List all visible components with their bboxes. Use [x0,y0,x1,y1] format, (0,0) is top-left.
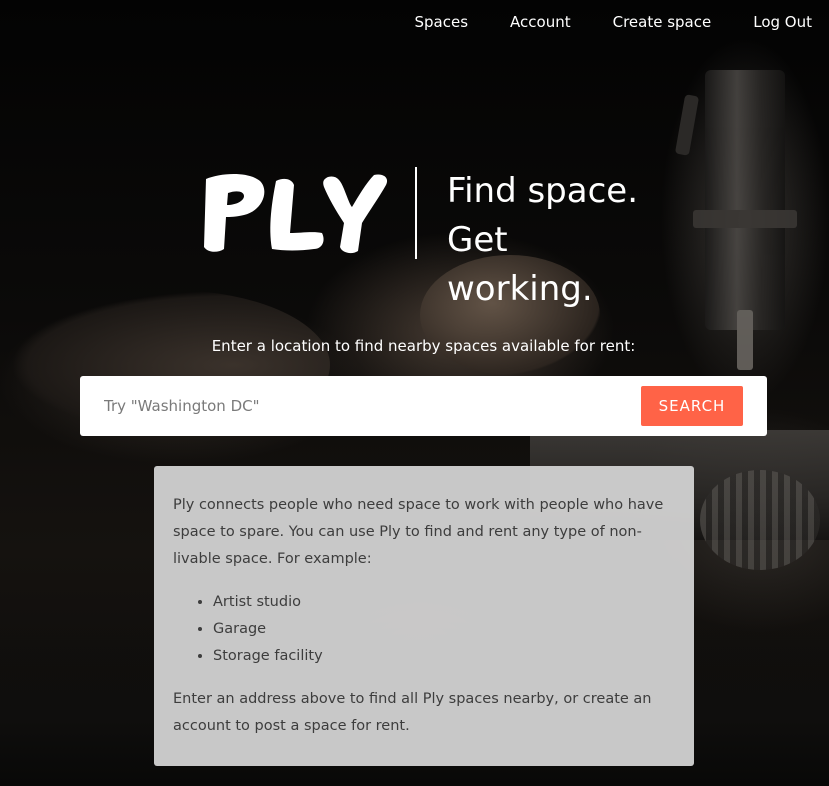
list-item: Garage [213,616,675,643]
nav-link-create-space[interactable]: Create space [613,12,712,32]
brand-header: Find space. Get working. [200,167,660,309]
search-prompt: Enter a location to find nearby spaces a… [211,337,636,355]
ply-logo [200,167,390,259]
top-navigation: Spaces Account Create space Log Out [415,12,813,32]
examples-list: Artist studio Garage Storage facility [173,589,675,670]
tagline-line-1: Find space. [447,171,639,211]
tagline: Find space. Get working. [447,167,660,314]
brand-divider [415,167,417,259]
list-item: Storage facility [213,643,675,670]
info-card: Ply connects people who need space to wo… [154,466,694,766]
info-intro: Ply connects people who need space to wo… [173,497,664,567]
list-item: Artist studio [213,589,675,616]
background-drill-press [693,70,797,370]
location-search-input[interactable] [104,391,624,421]
search-button[interactable]: SEARCH [641,386,743,426]
search-bar: SEARCH [80,376,767,436]
nav-link-spaces[interactable]: Spaces [415,12,469,32]
nav-link-log-out[interactable]: Log Out [753,12,812,32]
nav-link-account[interactable]: Account [510,12,571,32]
background-gear [700,470,820,570]
background-lever [674,94,700,156]
info-outro: Enter an address above to find all Ply s… [173,691,652,734]
tagline-line-2: Get working. [447,220,593,309]
